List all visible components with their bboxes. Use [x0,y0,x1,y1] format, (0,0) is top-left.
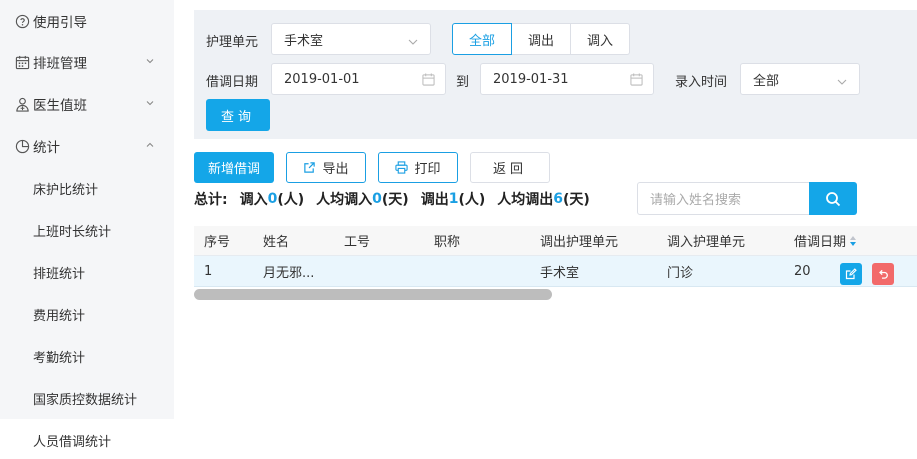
chevron-down-icon [144,97,156,109]
sidebar-subitem-staff-secondment[interactable]: 人员借调统计 [0,419,174,459]
add-secondment-button[interactable]: 新增借调 [194,152,274,183]
calendar-icon [14,54,30,70]
summary-avg-out-label: 人均调出 [497,192,554,208]
date-to-label: 到 [456,75,470,90]
entry-time-value: 全部 [753,73,780,89]
unit-select[interactable]: 手术室 [271,23,431,55]
summary-in-label: 调入 [239,192,268,208]
column-header-index: 序号 [204,235,231,250]
search-input[interactable]: 请输入姓名搜索 [637,182,811,215]
column-header-name: 姓名 [263,235,290,250]
column-header-date[interactable]: 借调日期 [794,226,857,255]
summary-in-value: 0 [267,191,278,207]
sidebar-item-guide[interactable]: 使用引导 [0,0,174,42]
cell-in-unit: 门诊 [667,266,694,281]
summary-avg-in-value: 0 [372,191,382,207]
sidebar-subitem-cost-stats[interactable]: 费用统计 [0,293,174,335]
sidebar-subitem-label: 上班时长统计 [33,224,112,240]
sidebar-subitem-attendance-stats[interactable]: 考勤统计 [0,335,174,377]
sidebar-subitem-work-hours[interactable]: 上班时长统计 [0,209,174,251]
unit-label: 护理单元 [206,35,259,50]
sidebar-subitem-quality-control[interactable]: 国家质控数据统计 [0,377,174,419]
sidebar-item-label: 使用引导 [33,15,87,31]
export-label: 导出 [322,162,349,177]
edit-button[interactable] [840,263,862,285]
summary-in-unit: (人) [277,192,305,208]
date-label: 借调日期 [206,75,259,90]
sidebar: 使用引导 排班管理 医生值班 统计 床护比统计 上班时长统计 排班统计 费用统计… [0,0,174,459]
query-button[interactable]: 查询 [206,99,270,131]
summary-out-value: 1 [448,191,459,207]
print-label: 打印 [414,162,441,177]
calendar-icon [422,73,435,86]
search-button[interactable] [809,182,857,215]
cell-index: 1 [204,264,213,279]
undo-icon [879,269,888,279]
export-icon [304,162,316,173]
summary-avg-out-unit: (天) [563,192,590,208]
unit-select-value: 手术室 [284,33,324,49]
summary-total-label: 总计: [194,192,228,208]
sidebar-subitem-label: 人员借调统计 [33,434,112,450]
summary-line: 总计: 调入 0 (人) 人均调入 0 (天) 调出 1 (人) 人均调出 6 (天) [194,188,590,210]
chevron-down-icon [408,35,418,45]
entry-time-select[interactable]: 全部 [740,63,860,95]
pie-chart-icon [14,138,30,154]
edit-icon [845,268,857,280]
sidebar-subitem-label: 费用统计 [33,308,86,324]
sidebar-subitem-bed-nurse-ratio[interactable]: 床护比统计 [0,167,174,209]
back-button[interactable]: 返回 [470,152,550,183]
sidebar-subitem-label: 排班统计 [33,266,86,282]
export-button[interactable]: 导出 [286,152,366,183]
sidebar-subitem-schedule-stats[interactable]: 排班统计 [0,251,174,293]
filter-panel: 护理单元 手术室 全部 调出 调入 借调日期 2019-01-01 到 2019… [194,10,917,139]
date-to-value: 2019-01-31 [493,71,569,87]
revoke-button[interactable] [872,263,894,285]
sidebar-subitem-label: 考勤统计 [33,350,86,366]
summary-avg-in-label: 人均调入 [316,192,373,208]
sort-icon [850,235,857,246]
column-header-title: 职称 [434,235,461,250]
sidebar-subitem-label: 床护比统计 [33,182,99,198]
print-button[interactable]: 打印 [378,152,458,183]
sidebar-item-doctor-duty[interactable]: 医生值班 [0,83,174,125]
sidebar-item-label: 排班管理 [33,56,87,72]
summary-out-label: 调出 [420,192,449,208]
column-header-staff-id: 工号 [344,235,371,250]
direction-option-in[interactable]: 调入 [571,23,630,55]
direction-option-all[interactable]: 全部 [452,23,512,55]
sidebar-item-label: 统计 [33,140,60,156]
summary-out-unit: (人) [458,192,486,208]
help-circle-icon [14,13,30,29]
column-header-date-label: 借调日期 [794,235,847,250]
date-to-input[interactable]: 2019-01-31 [480,63,654,95]
doctor-icon [14,96,30,112]
printer-icon [395,161,409,174]
table-row[interactable]: 1 月无邪... 手术室 门诊 20 [194,255,917,287]
name-search: 请输入姓名搜索 [637,182,857,215]
direction-segmented: 全部 调出 调入 [452,23,630,55]
entry-time-label: 录入时间 [675,75,728,90]
sidebar-item-label: 医生值班 [33,98,87,114]
cell-out-unit: 手术室 [540,266,580,281]
sidebar-subitem-label: 国家质控数据统计 [33,392,138,408]
date-from-value: 2019-01-01 [284,71,360,87]
column-header-out-unit: 调出护理单元 [540,235,619,250]
date-from-input[interactable]: 2019-01-01 [271,63,446,95]
column-header-in-unit: 调入护理单元 [667,235,746,250]
cell-date: 20 [794,264,811,279]
sidebar-item-statistics[interactable]: 统计 [0,125,174,167]
summary-avg-out-value: 6 [553,191,563,207]
summary-avg-in-unit: (天) [381,192,409,208]
chevron-up-icon [144,139,156,151]
calendar-icon [630,73,643,86]
sidebar-item-schedule[interactable]: 排班管理 [0,41,174,83]
chevron-down-icon [144,55,156,67]
cell-name: 月无邪... [263,266,315,281]
table-header: 序号 姓名 工号 职称 调出护理单元 调入护理单元 借调日期 [194,226,917,255]
direction-option-out[interactable]: 调出 [512,23,571,55]
search-icon [826,191,841,206]
table-horizontal-scrollbar[interactable] [194,289,552,300]
chevron-down-icon [837,75,847,85]
